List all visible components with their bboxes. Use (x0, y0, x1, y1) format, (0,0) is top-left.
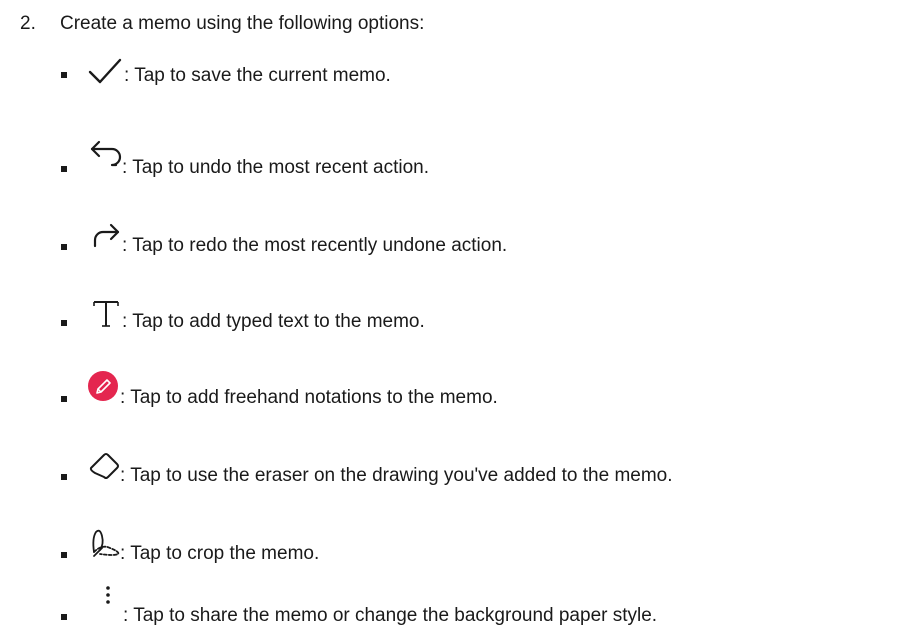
step-number: 2. (20, 13, 36, 34)
more-options-icon (100, 582, 116, 622)
bullet (61, 614, 67, 620)
list-item: : Tap to share the memo or change the ba… (0, 582, 923, 626)
bullet (61, 72, 67, 78)
list-item: : Tap to add freehand notations to the m… (0, 368, 923, 408)
option-text: : Tap to add typed text to the memo. (122, 311, 425, 332)
redo-icon (86, 214, 126, 254)
list-item: : Tap to add typed text to the memo. (0, 290, 923, 332)
option-text: : Tap to crop the memo. (120, 543, 320, 564)
bullet (61, 166, 67, 172)
option-text: : Tap to add freehand notations to the m… (120, 387, 498, 408)
list-item: : Tap to use the eraser on the drawing y… (0, 446, 923, 486)
step-text: Create a memo using the following option… (60, 13, 425, 34)
step-heading: 2. Create a memo using the following opti… (20, 10, 424, 38)
memo-instructions: 2. Create a memo using the following opti… (0, 0, 923, 629)
list-item: : Tap to crop the memo. (0, 524, 923, 564)
bullet (61, 396, 67, 402)
list-item: : Tap to redo the most recently undone a… (0, 212, 923, 256)
list-item: : Tap to undo the most recent action. (0, 134, 923, 178)
option-text: : Tap to redo the most recently undone a… (122, 235, 508, 256)
option-text: : Tap to save the current memo. (124, 65, 391, 86)
bullet (61, 244, 67, 250)
option-text: : Tap to share the memo or change the ba… (123, 605, 658, 626)
bullet (61, 474, 67, 480)
option-text: : Tap to undo the most recent action. (122, 157, 430, 178)
bullet (61, 552, 67, 558)
undo-icon (86, 134, 126, 174)
checkmark-icon (86, 54, 126, 94)
option-text: : Tap to use the eraser on the drawing y… (120, 465, 673, 486)
list-item: : Tap to save the current memo. (0, 52, 923, 92)
bullet (61, 320, 67, 326)
